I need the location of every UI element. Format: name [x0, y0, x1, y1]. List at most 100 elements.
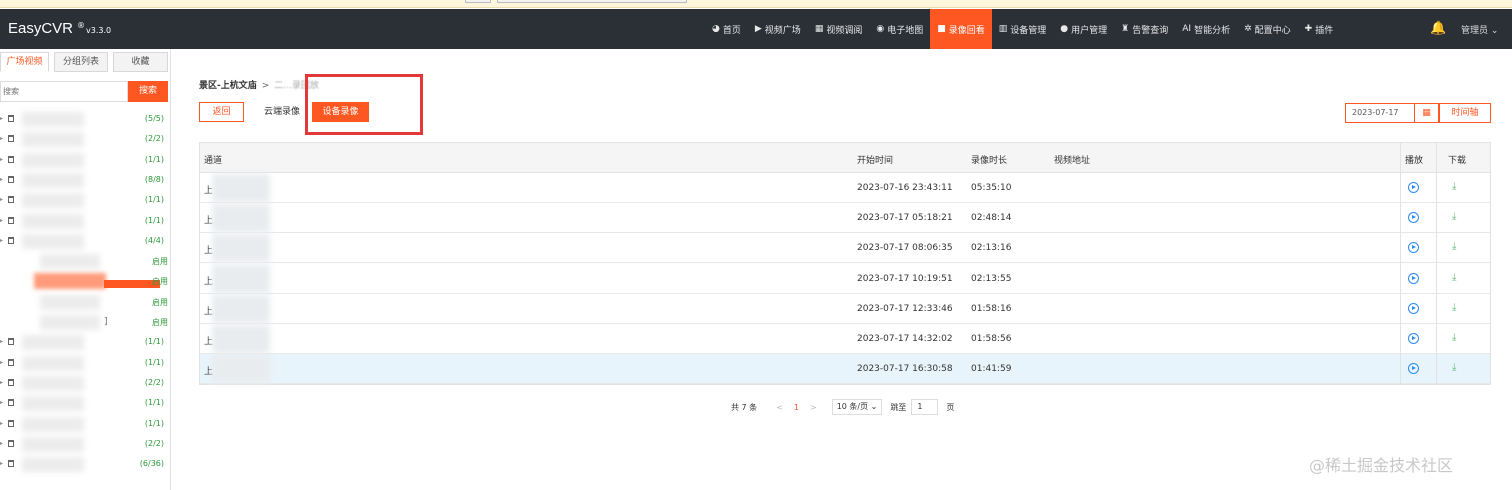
- expand-arrow-icon[interactable]: ▸: [0, 156, 3, 163]
- expand-arrow-icon[interactable]: ▸: [0, 338, 3, 345]
- tab-group-list[interactable]: 分组列表: [54, 52, 108, 72]
- version-label: v3.3.0: [86, 26, 112, 35]
- download-icon[interactable]: ⤓: [1452, 332, 1456, 343]
- tree-item[interactable]: ▸ (6/36): [0, 455, 168, 475]
- tree-item[interactable]: ▸ (1/1): [0, 415, 168, 435]
- play-icon[interactable]: [1408, 302, 1419, 314]
- pager-next[interactable]: >: [810, 403, 817, 412]
- redacted-label: [22, 436, 84, 452]
- nav-item-5[interactable]: ▥ 设备管理: [992, 9, 1054, 49]
- tree-count: (2/2): [144, 438, 164, 448]
- play-icon[interactable]: [1408, 182, 1419, 193]
- alarm-icon: ♜: [1121, 24, 1130, 34]
- tree-item[interactable]: ▸ (2/2): [0, 435, 168, 455]
- date-input[interactable]: 2023-07-17: [1345, 103, 1415, 123]
- bell-icon[interactable]: 🔔: [1430, 21, 1446, 36]
- download-icon[interactable]: ⤓: [1452, 181, 1456, 192]
- play-icon[interactable]: [1408, 272, 1419, 284]
- expand-arrow-icon[interactable]: ▸: [0, 359, 3, 366]
- pager-current-page[interactable]: 1: [794, 403, 799, 412]
- timeline-button[interactable]: 时间轴: [1439, 103, 1491, 123]
- dashboard-icon: ◕: [712, 24, 720, 34]
- nav-item-2[interactable]: ▦ 视频调阅: [808, 9, 870, 49]
- redacted-label: [22, 112, 84, 127]
- table-row[interactable]: 上 2023-07-17 14:32:02 01:58:56 ⤓: [200, 324, 1490, 354]
- redacted-channel: [212, 325, 270, 353]
- tree-item[interactable]: ▸ (1/1): [0, 333, 168, 353]
- expand-arrow-icon[interactable]: ▸: [0, 217, 3, 224]
- expand-arrow-icon[interactable]: ▸: [0, 135, 3, 142]
- download-icon[interactable]: ⤓: [1452, 272, 1456, 283]
- annotation-highlight-box: [305, 74, 423, 135]
- play-icon[interactable]: [1408, 212, 1419, 224]
- user-menu[interactable]: 管理员 ⌄: [1461, 23, 1498, 36]
- folder-icon: [8, 236, 14, 244]
- tree-item[interactable]: 启用: [0, 272, 168, 292]
- column-divider: [1436, 143, 1437, 384]
- nav-item-3[interactable]: ◉ 电子地图: [869, 9, 930, 49]
- tree-item[interactable]: 启用: [0, 252, 168, 272]
- nav-item-10[interactable]: ✚ 插件: [1298, 9, 1341, 49]
- tree-item[interactable]: ▸ (4/4): [0, 232, 168, 252]
- back-button[interactable]: 返回: [199, 102, 244, 122]
- tree-item[interactable]: ▸ (1/1): [0, 354, 168, 374]
- nav-item-7[interactable]: ♜ 告警查询: [1114, 9, 1175, 49]
- play-icon[interactable]: [1408, 242, 1419, 254]
- nav-item-4[interactable]: ■ 录像回看: [930, 9, 992, 49]
- tree-item[interactable]: ▸ (5/5): [0, 110, 168, 130]
- nav-item-1[interactable]: ▶ 视频广场: [748, 9, 808, 49]
- download-icon[interactable]: ⤓: [1452, 211, 1456, 222]
- tab-plaza-video[interactable]: 广场视频: [0, 52, 49, 72]
- channel-status: 启用: [152, 318, 168, 327]
- download-icon[interactable]: ⤓: [1452, 302, 1456, 313]
- play-icon[interactable]: [1408, 333, 1419, 344]
- redacted-label: [40, 315, 100, 330]
- tree-item[interactable]: ▸ (1/1): [0, 394, 168, 414]
- download-icon[interactable]: ⤓: [1452, 362, 1456, 373]
- nav-item-8[interactable]: AI 智能分析: [1175, 9, 1237, 49]
- video-layout-icon: ▦: [814, 24, 824, 34]
- tree-item[interactable]: ] 启用: [0, 313, 168, 333]
- pager-goto-input[interactable]: 1: [911, 399, 939, 415]
- expand-arrow-icon[interactable]: ▸: [0, 196, 3, 203]
- redacted-channel: [212, 234, 270, 263]
- tree-item[interactable]: ▸ (1/1): [0, 151, 168, 171]
- cell-start-time: 2023-07-16 23:43:11: [857, 183, 953, 193]
- table-row[interactable]: 上 2023-07-17 12:33:46 01:58:16 ⤓: [200, 294, 1490, 324]
- pager-prev[interactable]: <: [776, 403, 783, 412]
- table-row[interactable]: 上 2023-07-17 16:30:58 01:41:59 ⤓: [200, 354, 1490, 385]
- tree-item[interactable]: ▸ (1/1): [0, 191, 168, 211]
- breadcrumb-root[interactable]: 景区-上杭文庙: [199, 81, 257, 91]
- expand-arrow-icon[interactable]: ▸: [0, 440, 3, 447]
- expand-arrow-icon[interactable]: ▸: [0, 237, 3, 244]
- table-row[interactable]: 上 2023-07-17 10:19:51 02:13:55 ⤓: [200, 264, 1490, 294]
- tree-item[interactable]: ▸ (8/8): [0, 171, 168, 191]
- tree-item[interactable]: ▸ (2/2): [0, 130, 168, 150]
- search-button[interactable]: 搜索: [128, 81, 168, 102]
- expand-arrow-icon[interactable]: ▸: [0, 176, 3, 183]
- table-row[interactable]: 上 2023-07-17 08:06:35 02:13:16 ⤓: [200, 233, 1490, 264]
- tree-item[interactable]: ▸ (1/1): [0, 212, 168, 232]
- nav-item-6[interactable]: ● 用户管理: [1053, 9, 1114, 49]
- tree-item[interactable]: ▸ (2/2): [0, 374, 168, 394]
- cell-duration: 01:58:56: [971, 334, 1012, 344]
- expand-arrow-icon[interactable]: ▸: [0, 379, 3, 386]
- cloud-recording-button[interactable]: 云端录像: [258, 102, 306, 122]
- expand-arrow-icon[interactable]: ▸: [0, 460, 3, 467]
- search-input[interactable]: [0, 81, 128, 102]
- expand-arrow-icon[interactable]: ▸: [0, 420, 3, 427]
- page-size-select[interactable]: 10 条/页 ⌄: [831, 399, 883, 415]
- nav-item-9[interactable]: ✲ 配置中心: [1237, 9, 1298, 49]
- tree-count: (5/5): [144, 114, 164, 123]
- tree-item[interactable]: 启用: [0, 293, 168, 313]
- expand-arrow-icon[interactable]: ▸: [0, 115, 3, 122]
- nav-item-0[interactable]: ◕ 首页: [705, 9, 748, 49]
- table-row[interactable]: 上 2023-07-16 23:43:11 05:35:10 ⤓: [200, 173, 1490, 203]
- tab-favorites[interactable]: 收藏: [113, 52, 168, 72]
- download-icon[interactable]: ⤓: [1452, 241, 1456, 252]
- calendar-icon[interactable]: ▦: [1415, 103, 1439, 123]
- expand-arrow-icon[interactable]: ▸: [0, 399, 3, 406]
- folder-icon: [8, 175, 14, 183]
- table-row[interactable]: 上 2023-07-17 05:18:21 02:48:14 ⤓: [200, 203, 1490, 234]
- play-icon[interactable]: [1408, 363, 1419, 375]
